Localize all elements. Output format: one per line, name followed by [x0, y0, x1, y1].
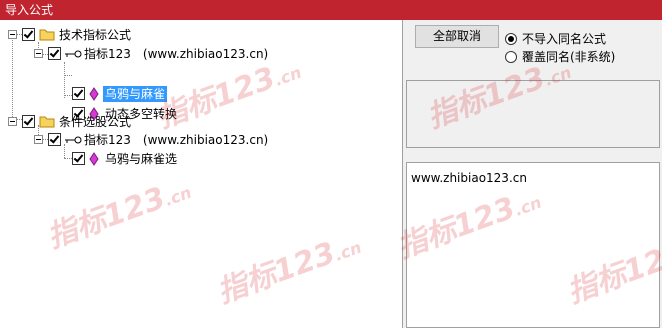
node-checkbox[interactable] — [48, 133, 61, 146]
tree-node-formula[interactable]: 乌鸦与麻雀选 — [0, 150, 200, 168]
tree-connector — [64, 75, 72, 77]
window-title: 导入公式 — [5, 3, 54, 17]
tree-node-label: 乌鸦与麻雀选 — [105, 152, 178, 166]
option-label: 不导入同名公式 — [522, 32, 607, 46]
tree-node-formula[interactable]: 乌鸦与麻雀 — [0, 85, 200, 103]
tree-node-label: 技术指标公式 — [59, 28, 132, 42]
key-icon — [65, 50, 82, 58]
tree-node-indicator-group[interactable]: 指标123 (www.zhibiao123.cn) — [0, 131, 400, 149]
radio-button[interactable] — [505, 51, 517, 63]
option-label: 覆盖同名(非系统) — [522, 50, 616, 64]
tree-node-label: 指标123 (www.zhibiao123.cn) — [84, 133, 269, 147]
folder-icon — [39, 116, 55, 128]
info-text: www.zhibiao123.cn — [411, 171, 527, 185]
formula-tree[interactable]: 技术指标公式 指标123 (www.zhibiao123.cn) 乌鸦与麻雀 动… — [0, 20, 403, 328]
collapse-icon[interactable] — [8, 117, 17, 126]
tree-node-label: 指标123 (www.zhibiao123.cn) — [84, 47, 269, 61]
title-bar: 导入公式 — [0, 0, 662, 20]
collapse-icon[interactable] — [34, 49, 43, 58]
node-checkbox[interactable] — [22, 115, 35, 128]
folder-icon — [39, 29, 55, 41]
cancel-all-button[interactable]: 全部取消 — [415, 25, 499, 48]
tree-node-technical-indicators[interactable]: 技术指标公式 — [0, 26, 300, 44]
diamond-icon — [89, 87, 99, 101]
tree-node-stock-screening[interactable]: 条件选股公式 — [0, 113, 300, 131]
info-panel: www.zhibiao123.cn — [406, 162, 660, 328]
tree-node-indicator-group[interactable]: 指标123 (www.zhibiao123.cn) — [0, 45, 400, 63]
key-icon — [65, 136, 82, 144]
radio-button[interactable] — [505, 33, 517, 45]
node-checkbox[interactable] — [22, 28, 35, 41]
collapse-icon[interactable] — [34, 135, 43, 144]
tree-node-label: 乌鸦与麻雀 — [103, 86, 168, 102]
node-checkbox[interactable] — [48, 47, 61, 60]
node-checkbox[interactable] — [72, 87, 85, 100]
tree-node-label: 条件选股公式 — [59, 115, 132, 129]
options-frame — [406, 80, 660, 148]
node-checkbox[interactable] — [72, 152, 85, 165]
collapse-icon[interactable] — [8, 30, 17, 39]
diamond-icon — [89, 152, 99, 166]
